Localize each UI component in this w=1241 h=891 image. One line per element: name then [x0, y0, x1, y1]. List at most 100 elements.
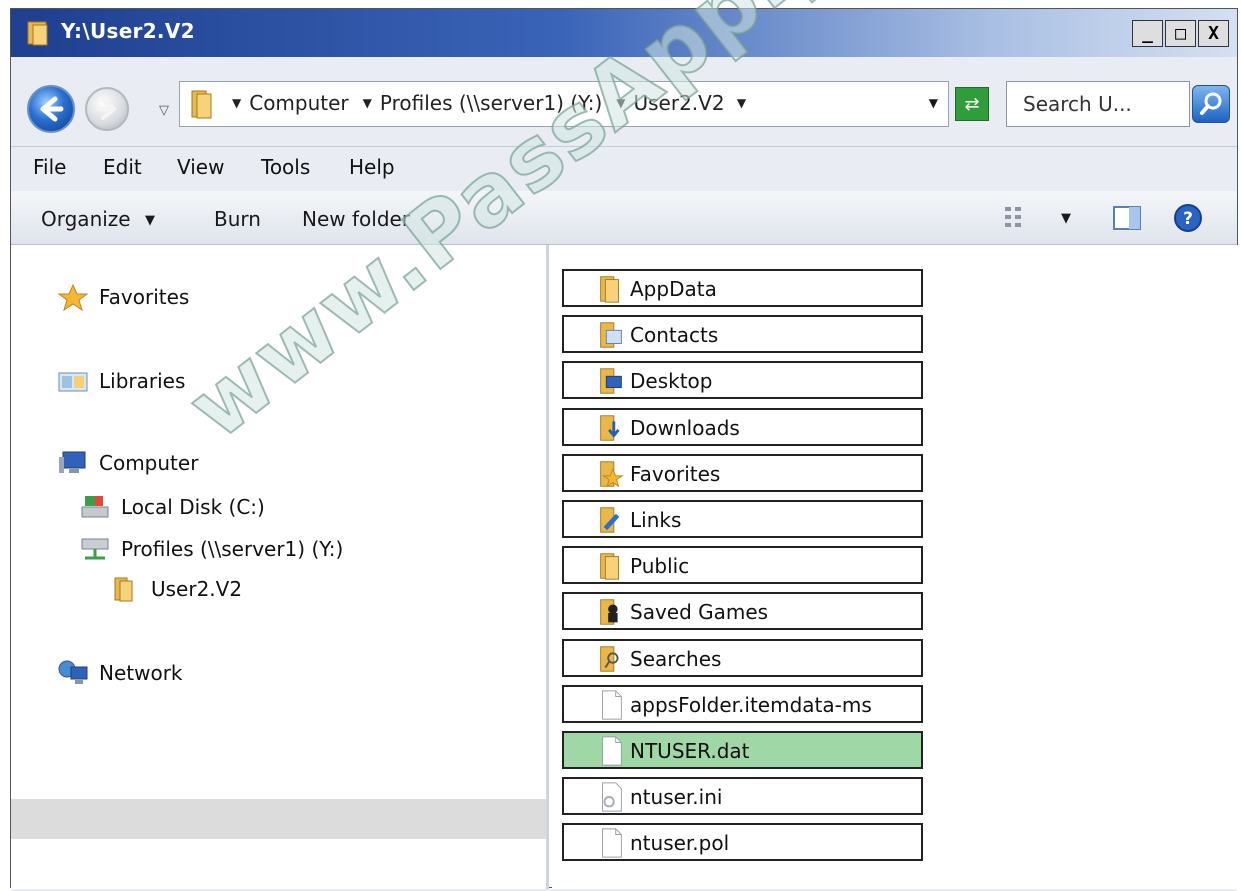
nav-label: Local Disk (C:) — [121, 495, 265, 519]
forward-button[interactable] — [85, 87, 129, 131]
nav-item-libraries[interactable]: Libraries — [57, 367, 185, 395]
nav-label: Favorites — [99, 285, 190, 309]
file-icon — [602, 828, 622, 858]
star-icon — [57, 283, 89, 311]
window-title: Y:\User2.V2 — [61, 19, 195, 43]
folder-icon — [191, 90, 212, 119]
file-item[interactable]: Favorites — [562, 453, 923, 492]
file-name: Searches — [630, 646, 722, 671]
saved-games-folder-icon — [600, 599, 618, 626]
nav-item-user-folder[interactable]: User2.V2 — [109, 575, 242, 603]
menu-help[interactable]: Help — [349, 155, 395, 179]
breadcrumb-item-computer[interactable]: ▼ Computer — [232, 91, 349, 115]
new-folder-button[interactable]: New folder — [302, 207, 410, 231]
desktop-folder-icon — [600, 368, 622, 395]
nav-label: Network — [99, 661, 183, 685]
folder-icon — [114, 577, 133, 602]
search-button[interactable] — [1192, 85, 1230, 123]
nav-item-network[interactable]: Network — [57, 659, 183, 687]
nav-item-computer[interactable]: Computer — [57, 449, 198, 477]
back-button[interactable] — [27, 85, 75, 133]
breadcrumb-item-profiles[interactable]: ▼ Profiles (\\server1) (Y:) — [363, 91, 603, 115]
organize-button[interactable]: Organize ▼ — [41, 207, 155, 231]
file-item[interactable]: NTUSER.dat — [562, 731, 923, 769]
refresh-button[interactable]: ⇄ — [955, 87, 989, 121]
nav-label: Computer — [99, 451, 199, 475]
search-input[interactable]: Search U... — [1006, 81, 1190, 127]
file-item[interactable]: Contacts — [562, 315, 923, 354]
file-name: AppData — [630, 277, 717, 301]
view-options-icon[interactable] — [1001, 201, 1031, 235]
file-name: Contacts — [630, 323, 719, 348]
hard-drive-icon — [81, 496, 109, 518]
file-name: Links — [630, 508, 682, 532]
file-item[interactable]: AppData — [562, 269, 923, 307]
file-item[interactable]: Links — [562, 500, 923, 538]
file-name: Saved Games — [630, 600, 769, 625]
file-item[interactable]: ntuser.ini — [562, 777, 923, 816]
address-bar[interactable]: ▼ Computer ▼ Profiles (\\server1) (Y:) ▼ Us… — [179, 81, 949, 127]
address-history-dropdown[interactable]: ▼ — [929, 96, 938, 110]
file-item[interactable]: appsFolder.itemdata-ms — [562, 684, 923, 723]
nav-item-local-disk[interactable]: Local Disk (C:) — [79, 493, 265, 521]
title-bar[interactable]: Y:\User2.V2 _ □ X — [11, 9, 1237, 57]
file-icon — [602, 736, 622, 766]
libraries-icon — [58, 372, 88, 392]
file-name: Favorites — [630, 461, 721, 486]
breadcrumb-item-user[interactable]: ▼ User2.V2 ▼ — [616, 91, 754, 115]
menu-tools[interactable]: Tools — [261, 155, 310, 179]
address-row: ▽ ▼ Computer ▼ Profiles (\\server1) (Y:) ▼… — [11, 57, 1237, 147]
favorites-folder-icon — [600, 461, 624, 488]
file-item[interactable]: Desktop — [562, 361, 923, 400]
file-item[interactable]: Saved Games — [562, 592, 923, 631]
breadcrumb: ▼ Computer ▼ Profiles (\\server1) (Y:) ▼ Us… — [232, 91, 754, 115]
view-dropdown-icon[interactable]: ▼ — [1061, 211, 1071, 226]
nav-selection-highlight — [11, 799, 546, 839]
downloads-folder-icon — [600, 414, 620, 441]
menu-file[interactable]: File — [33, 155, 66, 179]
folder-icon — [600, 553, 619, 580]
svg-text:?: ? — [1183, 209, 1193, 229]
maximize-button[interactable]: □ — [1165, 20, 1196, 47]
contacts-folder-icon — [600, 322, 622, 348]
file-name: Public — [630, 554, 690, 579]
file-name: ntuser.ini — [630, 785, 723, 810]
file-icon — [602, 690, 622, 720]
network-drive-icon — [81, 538, 109, 560]
computer-icon — [59, 451, 86, 473]
nav-item-profiles-drive[interactable]: Profiles (\\server1) (Y:) — [79, 535, 343, 563]
file-name: ntuser.pol — [630, 831, 730, 856]
command-bar: Organize ▼ Burn New folder ▼ ? — [11, 191, 1237, 245]
links-folder-icon — [600, 507, 620, 533]
nav-label: Libraries — [99, 369, 186, 393]
folder-icon — [27, 21, 48, 46]
folder-icon — [600, 276, 619, 303]
settings-file-icon — [602, 782, 622, 812]
nav-label: Profiles (\\server1) (Y:) — [121, 537, 344, 561]
file-item[interactable]: ntuser.pol — [562, 823, 923, 862]
burn-button[interactable]: Burn — [214, 207, 261, 231]
minimize-button[interactable]: _ — [1132, 20, 1163, 47]
forward-arrow-icon — [96, 98, 116, 120]
file-item[interactable]: Public — [562, 546, 923, 585]
window-controls: _ □ X — [1132, 20, 1229, 47]
menu-view[interactable]: View — [177, 155, 224, 179]
network-icon — [58, 660, 88, 684]
help-icon[interactable]: ? — [1171, 201, 1205, 235]
search-placeholder: Search U... — [1023, 92, 1132, 116]
nav-label: User2.V2 — [151, 577, 243, 601]
nav-item-favorites[interactable]: Favorites — [57, 283, 189, 311]
recent-pages-dropdown[interactable]: ▽ — [159, 103, 169, 118]
file-list: AppData Contacts Desktop Downloads Favorites… — [552, 245, 1239, 889]
navigation-pane: Favorites Libraries Computer Local Disk … — [11, 245, 549, 889]
preview-pane-icon[interactable] — [1111, 201, 1143, 235]
menu-edit[interactable]: Edit — [103, 155, 142, 179]
menu-bar: File Edit View Tools Help — [11, 147, 1237, 191]
file-item[interactable]: Searches — [562, 638, 923, 677]
file-name: appsFolder.itemdata-ms — [630, 692, 872, 717]
file-item[interactable]: Downloads — [562, 407, 923, 446]
file-name: Desktop — [630, 369, 713, 394]
searches-folder-icon — [600, 645, 619, 672]
close-button[interactable]: X — [1198, 20, 1229, 47]
file-name: Downloads — [630, 415, 740, 440]
